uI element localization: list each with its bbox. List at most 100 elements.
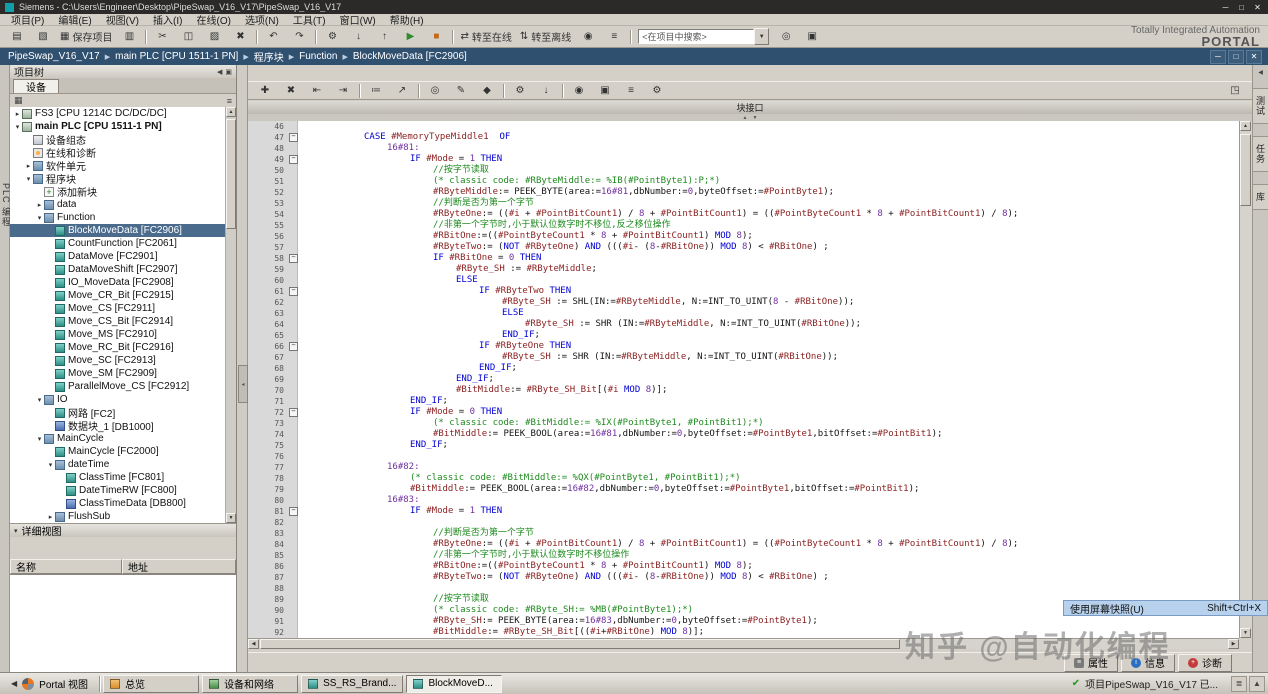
code-line[interactable]: 82 — [248, 517, 1239, 528]
fold-toggle-icon[interactable]: − — [289, 342, 298, 351]
code-line[interactable]: 50 //按字节读取 — [248, 165, 1239, 176]
find-in-project-icon[interactable]: ◎ — [774, 27, 798, 46]
code-line[interactable]: 91 #RByte_SH:= PEEK_BYTE(area:=16#83,dbNu… — [248, 616, 1239, 627]
absolute-operands-icon[interactable]: ◎ — [423, 81, 447, 100]
code-line[interactable]: 52 #RByteMiddle:= PEEK_BYTE(area:=16#81,d… — [248, 187, 1239, 198]
detail-column-header[interactable]: 名称 — [10, 559, 122, 574]
code-line[interactable]: 65 END_IF; — [248, 330, 1239, 341]
code-line[interactable]: 63 ELSE — [248, 308, 1239, 319]
print-icon[interactable]: ▥ — [117, 27, 141, 46]
tree-item[interactable]: ▸ FS3 [CPU 1214C DC/DC/DC] — [10, 107, 225, 120]
tree-item[interactable]: Move_SM [FC2909] — [10, 367, 225, 380]
tree-item[interactable]: ▸ FlushSub — [10, 510, 225, 523]
menu-item[interactable]: 插入(I) — [146, 12, 189, 27]
code-line[interactable]: 57 #RByteTwo:= (NOT #RByteOne) AND (((#i-… — [248, 242, 1239, 253]
outdent-icon[interactable]: ⇤ — [305, 81, 329, 100]
indent-icon[interactable]: ⇥ — [331, 81, 355, 100]
editor-bar-button[interactable]: 总览 — [103, 674, 200, 693]
code-line[interactable]: 55 //非第一个字节时,小于默认位数字时不移位,反之移位操作 — [248, 220, 1239, 231]
code-line[interactable]: 61− IF #RByteTwo THEN — [248, 286, 1239, 297]
tree-item[interactable]: MainCycle [FC2000] — [10, 445, 225, 458]
tree-item[interactable]: ▸ data — [10, 198, 225, 211]
tree-item[interactable]: 添加新块 — [10, 185, 225, 199]
insert-line-icon[interactable]: ✚ — [253, 81, 277, 100]
compile-block-icon[interactable]: ⚙ — [508, 81, 532, 100]
breadcrumb-item[interactable]: BlockMoveData [FC2906] — [351, 51, 469, 62]
tree-item[interactable]: CountFunction [FC2061] — [10, 237, 225, 250]
fold-toggle-icon[interactable]: − — [289, 287, 298, 296]
go-offline-button[interactable]: ⇅ 转至离线 — [517, 27, 574, 46]
code-line[interactable]: 85 //非第一个字节时,小于默认位数字时不移位操作 — [248, 550, 1239, 561]
code-line[interactable]: 46 — [248, 121, 1239, 132]
tree-item[interactable]: ▾ dateTime — [10, 458, 225, 471]
go-online-button[interactable]: ⇄ 转至在线 — [457, 27, 514, 46]
code-line[interactable]: 68 END_IF; — [248, 363, 1239, 374]
tree-item[interactable]: DataMove [FC2901] — [10, 250, 225, 263]
menu-item[interactable]: 窗口(W) — [333, 12, 383, 27]
expand-arrow-icon[interactable]: ▾ — [46, 461, 55, 469]
code-line[interactable]: 69 END_IF; — [248, 374, 1239, 385]
splitter-arrow-icon[interactable]: ▼ — [753, 115, 758, 121]
format-code-icon[interactable]: ≔ — [364, 81, 388, 100]
code-line[interactable]: 77 16#82: — [248, 462, 1239, 473]
code-line[interactable]: 54 #RByteOne:= ((#i + #PointBitCount1) / … — [248, 209, 1239, 220]
code-line[interactable]: 48 16#81: — [248, 143, 1239, 154]
tree-item[interactable]: BlockMoveData [FC2906] — [10, 224, 225, 237]
tree-item[interactable]: Move_MS [FC2910] — [10, 328, 225, 341]
scrollbar-thumb[interactable] — [226, 119, 236, 229]
download-block-icon[interactable]: ↓ — [534, 81, 558, 100]
expand-arrow-icon[interactable]: ▾ — [13, 123, 22, 131]
code-line[interactable]: 51 (* classic code: #RByteMiddle:= %IB(#P… — [248, 176, 1239, 187]
editor-maximize-button[interactable]: □ — [1228, 49, 1244, 64]
editor-bar-button[interactable]: SS_RS_Brand... — [301, 674, 404, 693]
undo-icon[interactable]: ↶ — [261, 27, 285, 46]
detail-column-header[interactable]: 地址 — [122, 559, 236, 574]
tree-item[interactable]: 在线和诊断 — [10, 146, 225, 160]
fold-toggle-icon[interactable]: − — [289, 408, 298, 417]
expand-panel-icon[interactable]: ◀ — [1258, 69, 1263, 76]
save-project-button[interactable]: ▦ 保存项目 — [57, 27, 115, 46]
tree-item[interactable]: ▾ main PLC [CPU 1511-1 PN] — [10, 120, 225, 133]
redo-icon[interactable]: ↷ — [287, 27, 311, 46]
tree-item[interactable]: Move_RC_Bit [FC2916] — [10, 341, 225, 354]
block-interface-bar[interactable]: 块接口 — [248, 101, 1252, 115]
menu-item[interactable]: 视图(V) — [99, 12, 146, 27]
code-line[interactable]: 87 #RByteTwo:= (NOT #RByteOne) AND (((#i-… — [248, 572, 1239, 583]
code-line[interactable]: 47− CASE #MemoryTypeMiddle1 OF — [248, 132, 1239, 143]
tree-item[interactable]: DataMoveShift [FC2907] — [10, 263, 225, 276]
fold-toggle-icon[interactable]: − — [289, 254, 298, 263]
bookmark-icon[interactable]: ◆ — [475, 81, 499, 100]
tree-item[interactable]: ClassTimeData [DB800] — [10, 497, 225, 510]
breadcrumb-item[interactable]: Function — [297, 51, 339, 62]
code-line[interactable]: 78 (* classic code: #BitMiddle:= %QX(#Poi… — [248, 473, 1239, 484]
tree-item[interactable]: IO_MoveData [FC2908] — [10, 276, 225, 289]
code-line[interactable]: 74 #BitMiddle:= PEEK_BOOL(area:=16#81,dbN… — [248, 429, 1239, 440]
fold-toggle-icon[interactable]: − — [289, 133, 298, 142]
maximize-button[interactable]: □ — [1234, 2, 1249, 13]
expand-arrow-icon[interactable]: ▸ — [35, 201, 44, 209]
online-diagnostics-icon[interactable]: ◉ — [576, 27, 600, 46]
copy-icon[interactable]: ◫ — [176, 27, 200, 46]
minimize-button[interactable]: ─ — [1218, 2, 1233, 13]
snapshot-icon[interactable]: ▣ — [593, 81, 617, 100]
code-line[interactable]: 72− IF #Mode = 0 THEN — [248, 407, 1239, 418]
panel-collapse-handle[interactable]: ◂ — [238, 365, 248, 403]
menu-item[interactable]: 帮助(H) — [383, 12, 431, 27]
breadcrumb-item[interactable]: main PLC [CPU 1511-1 PN] — [113, 51, 240, 62]
tree-item[interactable]: ▾ MainCycle — [10, 432, 225, 445]
tree-item[interactable]: 设备组态 — [10, 133, 225, 147]
scroll-down-icon[interactable]: ▼ — [226, 513, 236, 523]
pin-panel-icon[interactable]: ▣ — [225, 68, 232, 76]
cross-reference-icon[interactable]: ≡ — [602, 27, 626, 46]
expand-arrow-icon[interactable]: ▾ — [35, 214, 44, 222]
code-line[interactable]: 58− IF #RBitOne = 0 THEN — [248, 253, 1239, 264]
portal-view-button[interactable]: ◀ Portal 视图 — [3, 675, 96, 693]
code-line[interactable]: 56 #RBitOne:=((#PointByteCount1 * 8 + #Po… — [248, 231, 1239, 242]
fold-toggle-icon[interactable]: − — [289, 507, 298, 516]
code-line[interactable]: 79 #BitMiddle:= PEEK_BOOL(area:=16#82,dbN… — [248, 484, 1239, 495]
code-line[interactable]: 60 ELSE — [248, 275, 1239, 286]
editor-close-button[interactable]: ✕ — [1246, 49, 1262, 64]
left-collapsed-panel[interactable]: PLC 编程 — [0, 65, 11, 672]
tree-item[interactable]: Move_CS [FC2911] — [10, 302, 225, 315]
code-line[interactable]: 76 — [248, 451, 1239, 462]
